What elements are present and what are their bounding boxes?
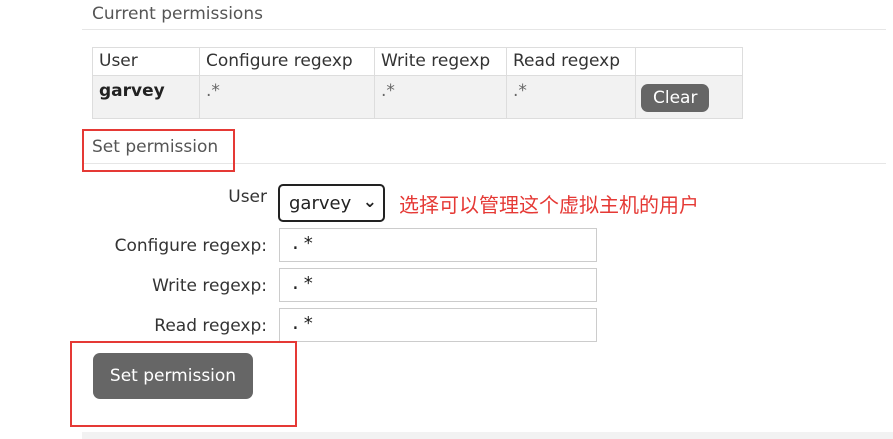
configure-regexp-label: Configure regexp: bbox=[114, 236, 267, 256]
column-header-configure: Configure regexp bbox=[199, 47, 375, 76]
user-select[interactable]: garvey ⌄ bbox=[278, 184, 385, 222]
annotation-note: 选择可以管理这个虚拟主机的用户 bbox=[399, 193, 699, 217]
footer-strip bbox=[82, 432, 893, 439]
cell-actions: Clear bbox=[635, 75, 743, 119]
write-regexp-label: Write regexp: bbox=[152, 276, 267, 296]
section-divider bbox=[82, 29, 886, 30]
read-regexp-label: Read regexp: bbox=[154, 316, 267, 336]
chevron-down-icon: ⌄ bbox=[362, 192, 377, 212]
configure-regexp-input[interactable]: .* bbox=[279, 228, 597, 262]
column-header-read: Read regexp bbox=[506, 47, 636, 76]
write-regexp-input[interactable]: .* bbox=[279, 268, 597, 302]
column-header-user: User bbox=[92, 47, 200, 76]
table-header-row: User Configure regexp Write regexp Read … bbox=[92, 47, 743, 76]
cell-read-regexp: .* bbox=[506, 75, 636, 119]
table-row: garvey .* .* .* Clear bbox=[92, 75, 743, 119]
clear-button[interactable]: Clear bbox=[641, 83, 710, 112]
cell-write-regexp: .* bbox=[374, 75, 507, 119]
column-header-write: Write regexp bbox=[374, 47, 507, 76]
highlight-box-button bbox=[70, 341, 297, 427]
highlight-box-heading bbox=[82, 129, 235, 172]
current-permissions-heading: Current permissions bbox=[92, 4, 263, 24]
user-label: User bbox=[228, 187, 267, 207]
cell-configure-regexp: .* bbox=[199, 75, 375, 119]
user-select-value: garvey bbox=[289, 193, 352, 214]
permissions-table: User Configure regexp Write regexp Read … bbox=[92, 47, 743, 119]
read-regexp-input[interactable]: .* bbox=[279, 308, 597, 342]
cell-user: garvey bbox=[92, 75, 200, 119]
column-header-actions bbox=[635, 47, 743, 76]
